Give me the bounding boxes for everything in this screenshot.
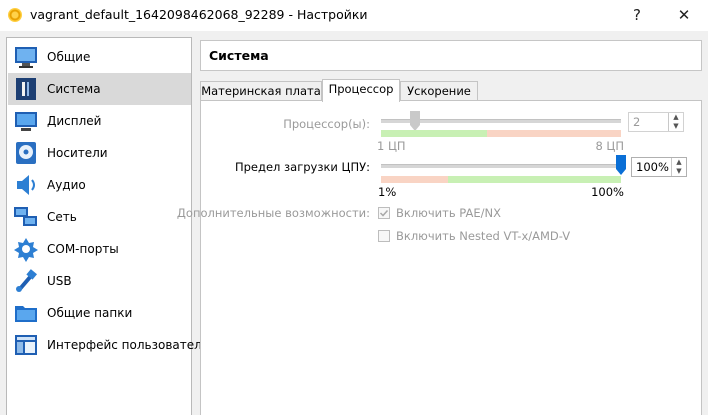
cpu-cap-value: 100% [636,160,669,174]
display-icon [13,108,39,134]
sidebar-item-label: COM-порты [47,242,119,256]
settings-sidebar: Общие Система Дисплей Носители Аудио Сет… [6,37,209,415]
usb-icon [13,268,39,294]
tab-acceleration[interactable]: Ускорение [400,81,478,101]
extended-features-label: Дополнительные возможности: [176,206,370,220]
sidebar-item-label: Общие [47,50,91,64]
cpu-cap-slider-track [381,164,621,168]
tab-processor[interactable]: Процессор [322,79,400,102]
network-icon [13,204,39,230]
cpu-count-scale [381,130,621,137]
sidebar-item-general[interactable]: Общие [8,41,191,73]
pae-nx-label: Включить PAE/NX [396,206,501,220]
cpu-max-label: 8 ЦП [595,139,624,153]
spin-down-icon[interactable]: ▼ [669,122,683,131]
storage-icon [13,140,39,166]
cpu-count-slider-handle[interactable] [409,111,420,131]
system-icon [13,76,39,102]
sidebar-item-label: USB [47,274,72,288]
page-title: Система [209,48,269,63]
sidebar-item-label: Система [47,82,101,96]
user-interface-icon [13,332,39,358]
nested-vtx-checkbox[interactable] [378,230,390,242]
sidebar-item-label: Интерфейс пользователя [47,338,210,352]
cpu-cap-spinbox[interactable]: 100% ▲ ▼ [631,157,687,177]
sidebar-item-display[interactable]: Дисплей [8,105,191,137]
cpu-min-label: 1 ЦП [377,139,406,153]
close-button[interactable]: ✕ [673,4,695,26]
sidebar-item-label: Сеть [47,210,77,224]
cpu-cap-scale [381,176,621,183]
tab-motherboard[interactable]: Материнская плата [200,81,322,101]
sidebar-item-shared-folders[interactable]: Общие папки [8,297,191,329]
sidebar-item-com-ports[interactable]: COM-порты [8,233,191,265]
cpu-cap-min-label: 1% [378,185,397,199]
cpu-count-value: 2 [633,115,641,129]
audio-icon [13,172,39,198]
sidebar-item-label: Носители [47,146,108,160]
nested-vtx-label: Включить Nested VT-x/AMD-V [396,229,571,243]
sidebar-item-system[interactable]: Система [8,73,191,105]
window-titlebar: vagrant_default_1642098462068_92289 - На… [0,0,708,31]
sidebar-item-label: Аудио [47,178,86,192]
sidebar-item-usb[interactable]: USB [8,265,191,297]
pae-nx-checkbox[interactable] [378,207,390,219]
cpu-cap-label: Предел загрузки ЦПУ: [234,160,370,174]
com-ports-icon [13,236,39,262]
window-title: vagrant_default_1642098462068_92289 - На… [30,7,368,22]
cpu-cap-max-label: 100% [591,185,624,199]
sidebar-item-storage[interactable]: Носители [8,137,191,169]
sidebar-item-network[interactable]: Сеть [8,201,191,233]
spin-up-icon[interactable]: ▲ [669,113,683,122]
sidebar-item-label: Дисплей [47,114,102,128]
cpu-count-spinbox[interactable]: 2 ▲ ▼ [628,112,684,132]
sidebar-item-user-interface[interactable]: Интерфейс пользователя [8,329,209,361]
cpu-cap-slider-handle[interactable] [616,155,626,175]
virtualbox-app-icon [8,8,22,22]
help-button[interactable]: ? [626,4,648,26]
sidebar-item-audio[interactable]: Аудио [8,169,191,201]
shared-folders-icon [13,300,39,326]
spin-up-icon[interactable]: ▲ [672,158,686,167]
section-header: Система [200,40,702,71]
spin-down-icon[interactable]: ▼ [672,167,686,176]
general-icon [13,44,39,70]
sidebar-item-label: Общие папки [47,306,133,320]
cpu-count-label: Процессор(ы): [283,117,370,131]
processor-panel: Процессор(ы): 1 ЦП 8 ЦП 2 ▲ ▼ Предел заг… [177,100,702,415]
